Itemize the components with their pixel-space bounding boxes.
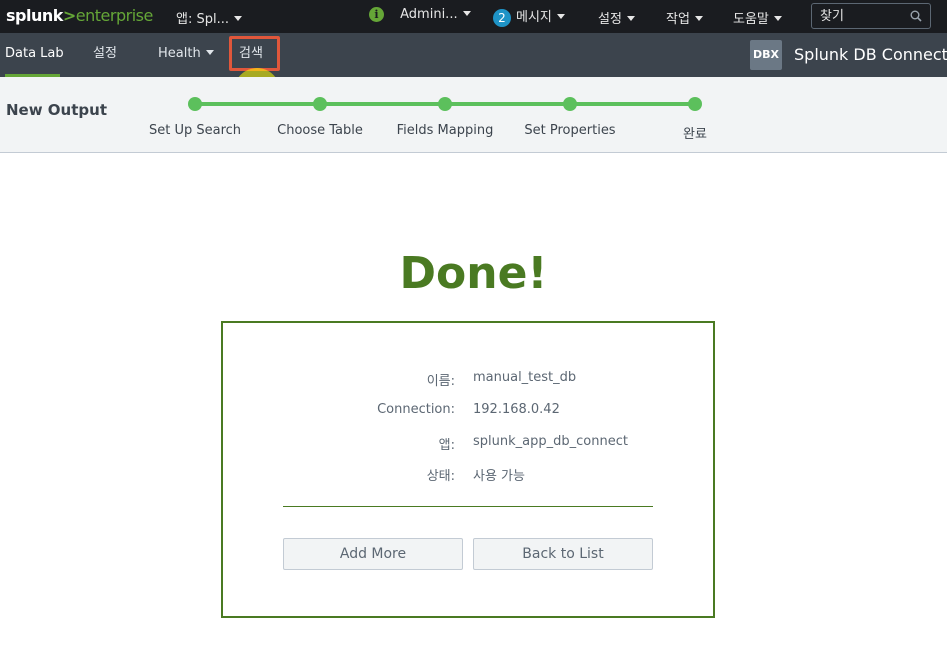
search-input[interactable] bbox=[812, 4, 907, 28]
step-dot-fields-mapping bbox=[438, 97, 452, 111]
step-label-done: 완료 bbox=[683, 127, 707, 142]
user-menu[interactable]: i Admini... bbox=[369, 7, 471, 22]
app-menu-label: 앱: Spl... bbox=[176, 12, 229, 27]
info-icon: i bbox=[369, 7, 384, 22]
messages-menu[interactable]: 2 메시지 bbox=[493, 6, 565, 27]
chevron-down-icon bbox=[205, 50, 214, 55]
dbx-app-icon: DBX bbox=[750, 40, 782, 70]
step-dot-choose-table bbox=[313, 97, 327, 111]
step-label-set-properties: Set Properties bbox=[524, 123, 616, 138]
step-dot-set-up-search bbox=[188, 97, 202, 111]
wizard-title: New Output bbox=[6, 101, 107, 119]
summary-value: 192.168.0.42 bbox=[473, 402, 560, 417]
summary-row-app: 앱: splunk_app_db_connect bbox=[223, 434, 713, 454]
wizard-progress-bar: New Output Set Up Search Choose Table Fi… bbox=[0, 77, 947, 153]
summary-value: manual_test_db bbox=[473, 370, 577, 385]
chevron-down-icon bbox=[773, 16, 782, 21]
step-label-fields-mapping: Fields Mapping bbox=[396, 123, 494, 138]
app-title: Splunk DB Connect bbox=[794, 45, 947, 64]
summary-row-status: 상태: 사용 가능 bbox=[223, 465, 713, 485]
search-icon[interactable] bbox=[910, 10, 922, 22]
chevron-down-icon bbox=[234, 16, 242, 21]
add-more-button[interactable]: Add More bbox=[283, 538, 463, 570]
chevron-down-icon bbox=[694, 16, 703, 21]
step-dot-done bbox=[688, 97, 702, 111]
nav-item-health[interactable]: Health bbox=[158, 33, 214, 77]
done-heading: Done! bbox=[399, 248, 548, 299]
nav-item-label: Data Lab bbox=[5, 46, 64, 61]
settings-label: 설정 bbox=[598, 12, 622, 27]
app-menu[interactable]: 앱: Spl... bbox=[176, 8, 242, 27]
global-search bbox=[811, 3, 931, 29]
splunk-logo[interactable]: splunk>enterprise bbox=[6, 6, 153, 25]
summary-row-connection: Connection: 192.168.0.42 bbox=[223, 402, 713, 422]
nav-item-label: Health bbox=[158, 46, 201, 61]
logo-enterprise-text: enterprise bbox=[75, 6, 154, 25]
summary-key: 상태: bbox=[426, 469, 455, 484]
chevron-down-icon bbox=[462, 11, 471, 16]
messages-count-badge: 2 bbox=[493, 9, 511, 27]
logo-splunk-text: splunk bbox=[6, 6, 63, 25]
nav-item-settings[interactable]: 설정 bbox=[93, 33, 117, 77]
user-menu-label: Admini... bbox=[400, 7, 458, 22]
activity-label: 작업 bbox=[666, 12, 690, 27]
summary-key: Connection: bbox=[377, 402, 455, 417]
step-dot-set-properties bbox=[563, 97, 577, 111]
help-label: 도움말 bbox=[733, 12, 769, 27]
app-navigation-bar: Data Lab 설정 Health 검색 DBX Splunk DB Conn… bbox=[0, 33, 947, 77]
summary-value: 사용 가능 bbox=[473, 469, 525, 484]
messages-label: 메시지 bbox=[516, 10, 552, 25]
chevron-down-icon bbox=[556, 14, 565, 19]
click-highlight-box bbox=[229, 36, 280, 71]
chevron-down-icon bbox=[626, 16, 635, 21]
summary-value: splunk_app_db_connect bbox=[473, 434, 628, 449]
back-to-list-button[interactable]: Back to List bbox=[473, 538, 653, 570]
summary-row-name: 이름: manual_test_db bbox=[223, 370, 713, 390]
step-label-choose-table: Choose Table bbox=[277, 123, 363, 138]
logo-chevron: > bbox=[62, 6, 76, 25]
activity-menu[interactable]: 작업 bbox=[666, 8, 703, 27]
summary-panel: 이름: manual_test_db Connection: 192.168.0… bbox=[221, 321, 715, 618]
global-header: splunk>enterprise 앱: Spl... i Admini... … bbox=[0, 0, 947, 33]
nav-item-data-lab[interactable]: Data Lab bbox=[5, 33, 64, 77]
summary-key: 이름: bbox=[426, 374, 455, 389]
summary-key: 앱: bbox=[438, 438, 455, 453]
nav-item-label: 설정 bbox=[93, 46, 117, 61]
settings-menu[interactable]: 설정 bbox=[598, 8, 635, 27]
step-label-set-up-search: Set Up Search bbox=[148, 123, 242, 138]
help-menu[interactable]: 도움말 bbox=[733, 8, 782, 27]
summary-divider bbox=[283, 506, 653, 507]
